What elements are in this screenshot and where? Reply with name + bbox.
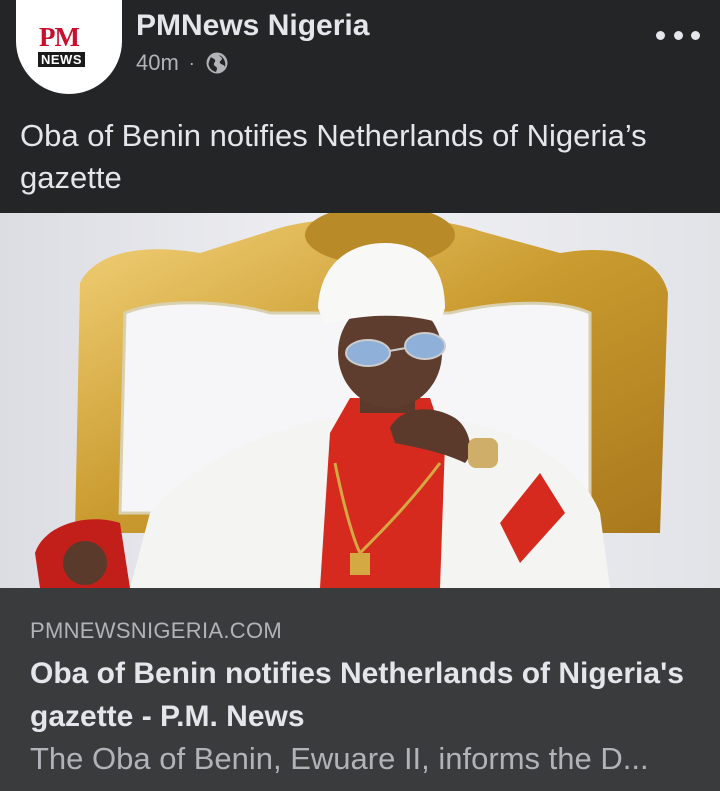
link-description: The Oba of Benin, Ewuare II, informs the…: [30, 741, 649, 776]
page-name-link[interactable]: PMNews Nigeria: [136, 9, 369, 43]
link-domain: PMNEWSNIGERIA.COM: [30, 618, 282, 643]
link-preview[interactable]: PMNEWSNIGERIA.COM Oba of Benin notifies …: [0, 588, 720, 791]
post-header: PM NEWS PMNews Nigeria 40m ·: [0, 0, 720, 106]
globe-icon[interactable]: [205, 51, 229, 75]
post-caption: Oba of Benin notifies Netherlands of Nig…: [20, 118, 647, 195]
avatar-logo-news: NEWS: [38, 52, 85, 67]
post-meta: 40m ·: [136, 50, 229, 76]
post-photo[interactable]: [0, 213, 720, 588]
page-avatar[interactable]: PM NEWS: [16, 0, 122, 94]
timestamp[interactable]: 40m: [136, 50, 179, 76]
avatar-logo-pm: PM: [39, 22, 80, 52]
meta-separator: ·: [188, 52, 195, 73]
more-options-icon[interactable]: [656, 20, 700, 50]
link-title[interactable]: Oba of Benin notifies Netherlands of Nig…: [30, 652, 700, 738]
